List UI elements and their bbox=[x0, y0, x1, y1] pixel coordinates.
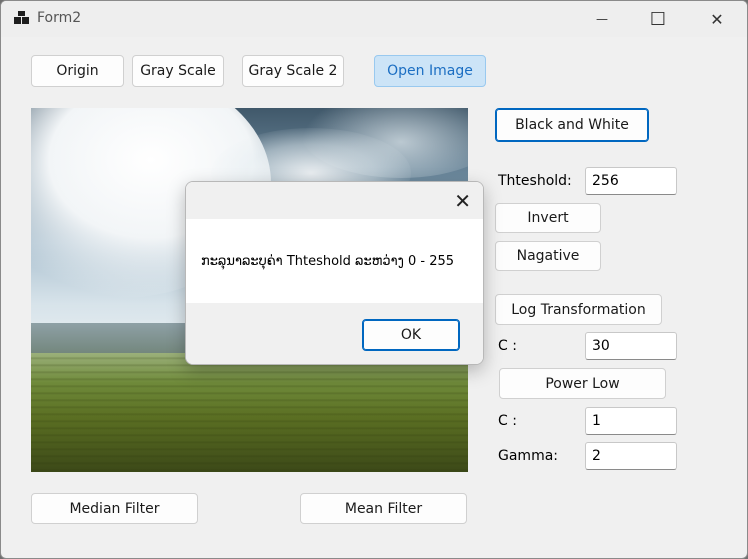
dialog-title-bar bbox=[186, 182, 483, 219]
maximize-button[interactable]: ☐ bbox=[635, 1, 681, 37]
threshold-input[interactable] bbox=[585, 167, 677, 195]
negative-button[interactable]: Nagative bbox=[495, 241, 601, 271]
log-c-label: C : bbox=[498, 338, 517, 354]
window-title: Form2 bbox=[37, 10, 82, 26]
dialog-close-button[interactable]: ✕ bbox=[454, 189, 471, 213]
gray-scale-button[interactable]: Gray Scale bbox=[132, 55, 224, 87]
message-dialog: ✕ ກະລຸນາລະບຸຄ່າ Thteshold ລະຫວ່າງ 0 - 25… bbox=[185, 181, 484, 365]
image-field-texture bbox=[31, 353, 468, 472]
minimize-button[interactable]: — bbox=[579, 1, 625, 37]
gray-scale-2-button[interactable]: Gray Scale 2 bbox=[242, 55, 344, 87]
power-c-label: C : bbox=[498, 413, 517, 429]
median-filter-button[interactable]: Median Filter bbox=[31, 493, 198, 524]
close-icon: ✕ bbox=[710, 9, 724, 29]
mean-filter-button[interactable]: Mean Filter bbox=[300, 493, 467, 524]
origin-button[interactable]: Origin bbox=[31, 55, 124, 87]
power-low-button[interactable]: Power Low bbox=[499, 368, 666, 399]
title-bar: Form2 — ☐ ✕ bbox=[1, 1, 747, 37]
app-icon bbox=[14, 11, 30, 25]
invert-button[interactable]: Invert bbox=[495, 203, 601, 233]
close-icon: ✕ bbox=[454, 189, 471, 213]
minimize-icon: — bbox=[596, 12, 608, 26]
threshold-label: Thteshold: bbox=[498, 173, 572, 189]
close-button[interactable]: ✕ bbox=[694, 1, 740, 37]
ok-button[interactable]: OK bbox=[362, 319, 460, 351]
dialog-message: ກະລຸນາລະບຸຄ່າ Thteshold ລະຫວ່າງ 0 - 255 bbox=[201, 254, 455, 269]
log-transformation-button[interactable]: Log Transformation bbox=[495, 294, 662, 325]
gamma-input[interactable] bbox=[585, 442, 677, 470]
maximize-icon: ☐ bbox=[649, 8, 667, 30]
gamma-label: Gamma: bbox=[498, 448, 558, 464]
black-and-white-button[interactable]: Black and White bbox=[495, 108, 649, 142]
form2-window: Form2 — ☐ ✕ Origin Gray Scale Gray Scale… bbox=[0, 0, 748, 559]
open-image-button[interactable]: Open Image bbox=[374, 55, 486, 87]
power-c-input[interactable] bbox=[585, 407, 677, 435]
log-c-input[interactable] bbox=[585, 332, 677, 360]
